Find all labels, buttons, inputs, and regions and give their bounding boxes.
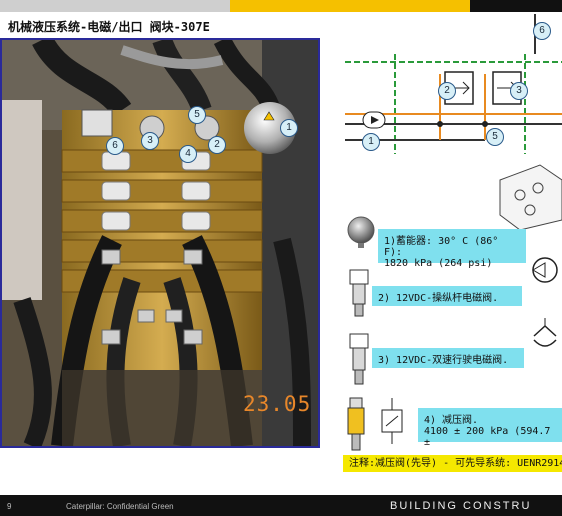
photo-marker-2: 2 xyxy=(208,136,226,154)
schematic-marker-1: 1 xyxy=(362,133,380,151)
photo-marker-3: 3 xyxy=(141,132,159,150)
photo-timestamp: 23.05 xyxy=(243,392,312,416)
pressure-reducing-valve-icon xyxy=(347,397,365,451)
legend-accumulator: 1)蓄能器: 30° C (86° F): 1820 kPa (264 psi) xyxy=(378,229,526,269)
legend-reducing-valve: 4) 减压阀. 4100 ± 200 kPa (594.7 ± xyxy=(418,408,562,448)
page-title: 机械液压系统-电磁/出口 阀块-307E xyxy=(8,20,210,34)
confidential-label: Caterpillar: Confidential Green xyxy=(66,502,174,511)
legend-reducing-valve-line1: 4) 减压阀. xyxy=(424,415,479,426)
page-number: 9 xyxy=(7,502,12,511)
valve-diagram-icon xyxy=(499,164,562,230)
two-speed-solenoid-icon xyxy=(349,333,369,385)
photo-marker-5: 5 xyxy=(188,106,206,124)
photo-marker-1: 1 xyxy=(280,119,298,137)
note-bar: 注释:减压阀(先导) - 可先导系统: UENR2914 xyxy=(343,455,562,472)
legend-accumulator-line2: 1820 kPa (264 psi) xyxy=(384,258,493,269)
photo-marker-6: 6 xyxy=(106,137,124,155)
top-bar-grey xyxy=(0,0,230,12)
schematic-marker-6: 6 xyxy=(533,22,551,40)
schematic-marker-3: 3 xyxy=(510,82,528,100)
accumulator-sphere-icon xyxy=(347,216,375,248)
schematic-marker-5: 5 xyxy=(486,128,504,146)
valve-block-photo xyxy=(0,38,320,448)
top-bar-yellow xyxy=(230,0,470,12)
accumulator-symbol-icon xyxy=(533,318,557,347)
legend-travel-solenoid: 3) 12VDC-双速行驶电磁阀. xyxy=(372,348,524,368)
brand-text: BUILDING CONSTRU xyxy=(390,500,532,512)
reducing-valve-symbol-icon xyxy=(381,398,403,444)
watermark: cehome.com xyxy=(440,483,515,498)
legend-reducing-valve-line2: 4100 ± 200 kPa (594.7 ± xyxy=(424,426,551,448)
solenoid-valve-icon xyxy=(349,269,369,317)
photo-marker-4: 4 xyxy=(179,145,197,163)
schematic-marker-2: 2 xyxy=(438,82,456,100)
top-bar-black xyxy=(470,0,562,12)
check-valve-symbol-icon xyxy=(532,257,558,283)
legend-joystick-solenoid: 2) 12VDC-操纵杆电磁阀. xyxy=(372,286,522,306)
legend-accumulator-line1: 1)蓄能器: 30° C (86° F): xyxy=(384,236,499,258)
